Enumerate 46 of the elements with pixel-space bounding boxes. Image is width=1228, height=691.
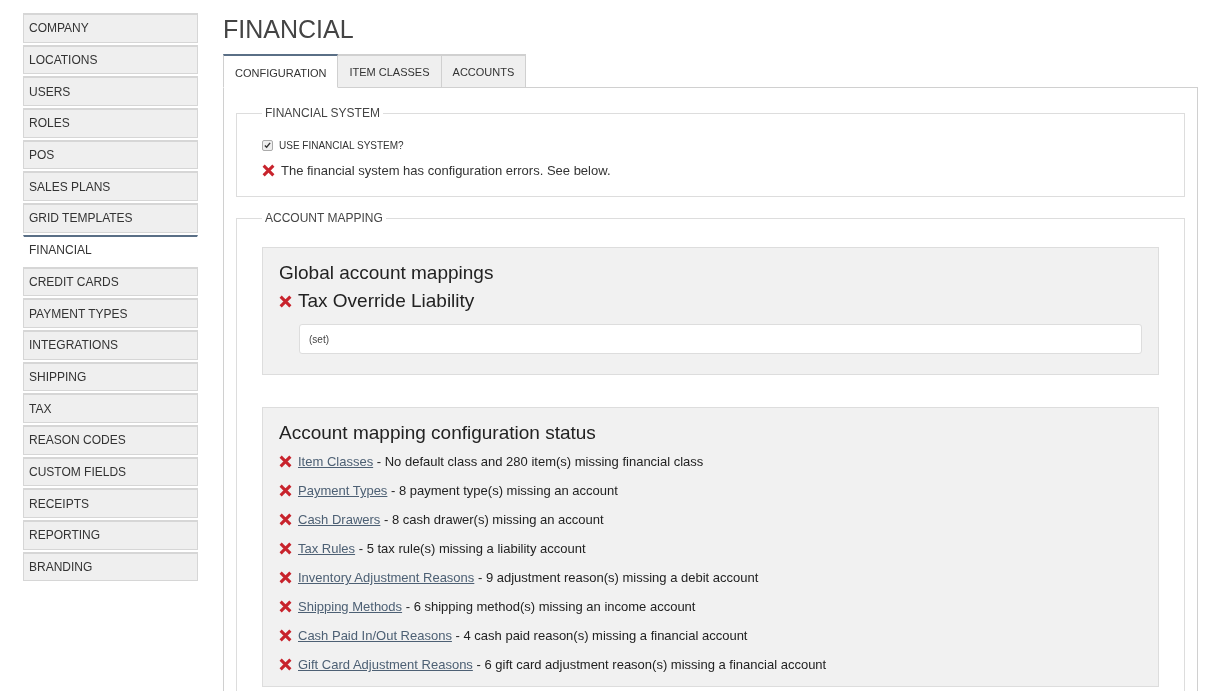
- sidebar-item[interactable]: ROLES: [23, 108, 198, 138]
- status-link[interactable]: Cash Paid In/Out Reasons: [298, 628, 452, 643]
- status-text: Item Classes - No default class and 280 item(s) missing financial class: [298, 454, 704, 469]
- page-title: FINANCIAL: [223, 15, 354, 44]
- tab[interactable]: ITEM CLASSES: [338, 54, 442, 88]
- status-text: Payment Types - 8 payment type(s) missing an account: [298, 483, 618, 498]
- sidebar-item[interactable]: INTEGRATIONS: [23, 329, 198, 360]
- status-text: Shipping Methods - 6 shipping method(s) missing an income account: [298, 599, 696, 614]
- sidebar-item[interactable]: REPORTING: [23, 520, 198, 550]
- sidebar-item[interactable]: BRANDING: [23, 551, 198, 582]
- checkbox-label: USE FINANCIAL SYSTEM?: [279, 140, 404, 151]
- sidebar-item[interactable]: GRID TEMPLATES: [23, 203, 198, 233]
- account-field[interactable]: (set): [299, 324, 1142, 354]
- sidebar-item[interactable]: PAYMENT TYPES: [23, 298, 198, 328]
- sidebar-item[interactable]: LOCATIONS: [23, 44, 198, 75]
- status-message: The financial system has configuration errors. See below.: [281, 163, 611, 178]
- status-link[interactable]: Inventory Adjustment Reasons: [298, 570, 475, 585]
- card-title: Account mapping configuration status: [279, 422, 597, 444]
- sidebar-item[interactable]: SALES PLANS: [23, 171, 198, 202]
- card-title: Global account mappings: [279, 262, 495, 284]
- status-link[interactable]: Gift Card Adjustment Reasons: [298, 657, 473, 672]
- status-link[interactable]: Cash Drawers: [298, 512, 381, 527]
- section-legend: ACCOUNT MAPPING: [262, 211, 386, 225]
- mapping-label: Tax Override Liability: [298, 290, 475, 312]
- tab[interactable]: ACCOUNTS: [441, 54, 527, 88]
- status-text: Inventory Adjustment Reasons - 9 adjustment reason(s) missing a debit account: [298, 570, 759, 585]
- tab[interactable]: CONFIGURATION: [223, 54, 339, 88]
- sidebar-item[interactable]: SHIPPING: [23, 361, 198, 392]
- status-text: Tax Rules - 5 tax rule(s) missing a liability account: [298, 541, 586, 556]
- sidebar-item[interactable]: POS: [23, 139, 198, 170]
- sidebar-item[interactable]: REASON CODES: [23, 424, 198, 455]
- sidebar-item[interactable]: USERS: [23, 76, 198, 107]
- status-link[interactable]: Tax Rules: [298, 541, 356, 556]
- sidebar-item[interactable]: RECEIPTS: [23, 488, 198, 518]
- status-text: Cash Drawers - 8 cash drawer(s) missing an account: [298, 512, 604, 527]
- status-link[interactable]: Item Classes: [298, 454, 374, 469]
- status-link[interactable]: Payment Types: [298, 483, 388, 498]
- section-legend: FINANCIAL SYSTEM: [262, 106, 383, 120]
- checkbox[interactable]: [262, 140, 273, 151]
- status-text: Cash Paid In/Out Reasons - 4 cash paid reason(s) missing a financial account: [298, 628, 748, 643]
- status-link[interactable]: Shipping Methods: [298, 599, 403, 614]
- sidebar-item[interactable]: TAX: [23, 393, 198, 423]
- sidebar-item[interactable]: COMPANY: [23, 13, 198, 43]
- status-text: Gift Card Adjustment Reasons - 6 gift card adjustment reason(s) missing a financial account: [298, 657, 827, 672]
- sidebar-item[interactable]: CUSTOM FIELDS: [23, 456, 198, 487]
- sidebar-item[interactable]: CREDIT CARDS: [23, 266, 198, 297]
